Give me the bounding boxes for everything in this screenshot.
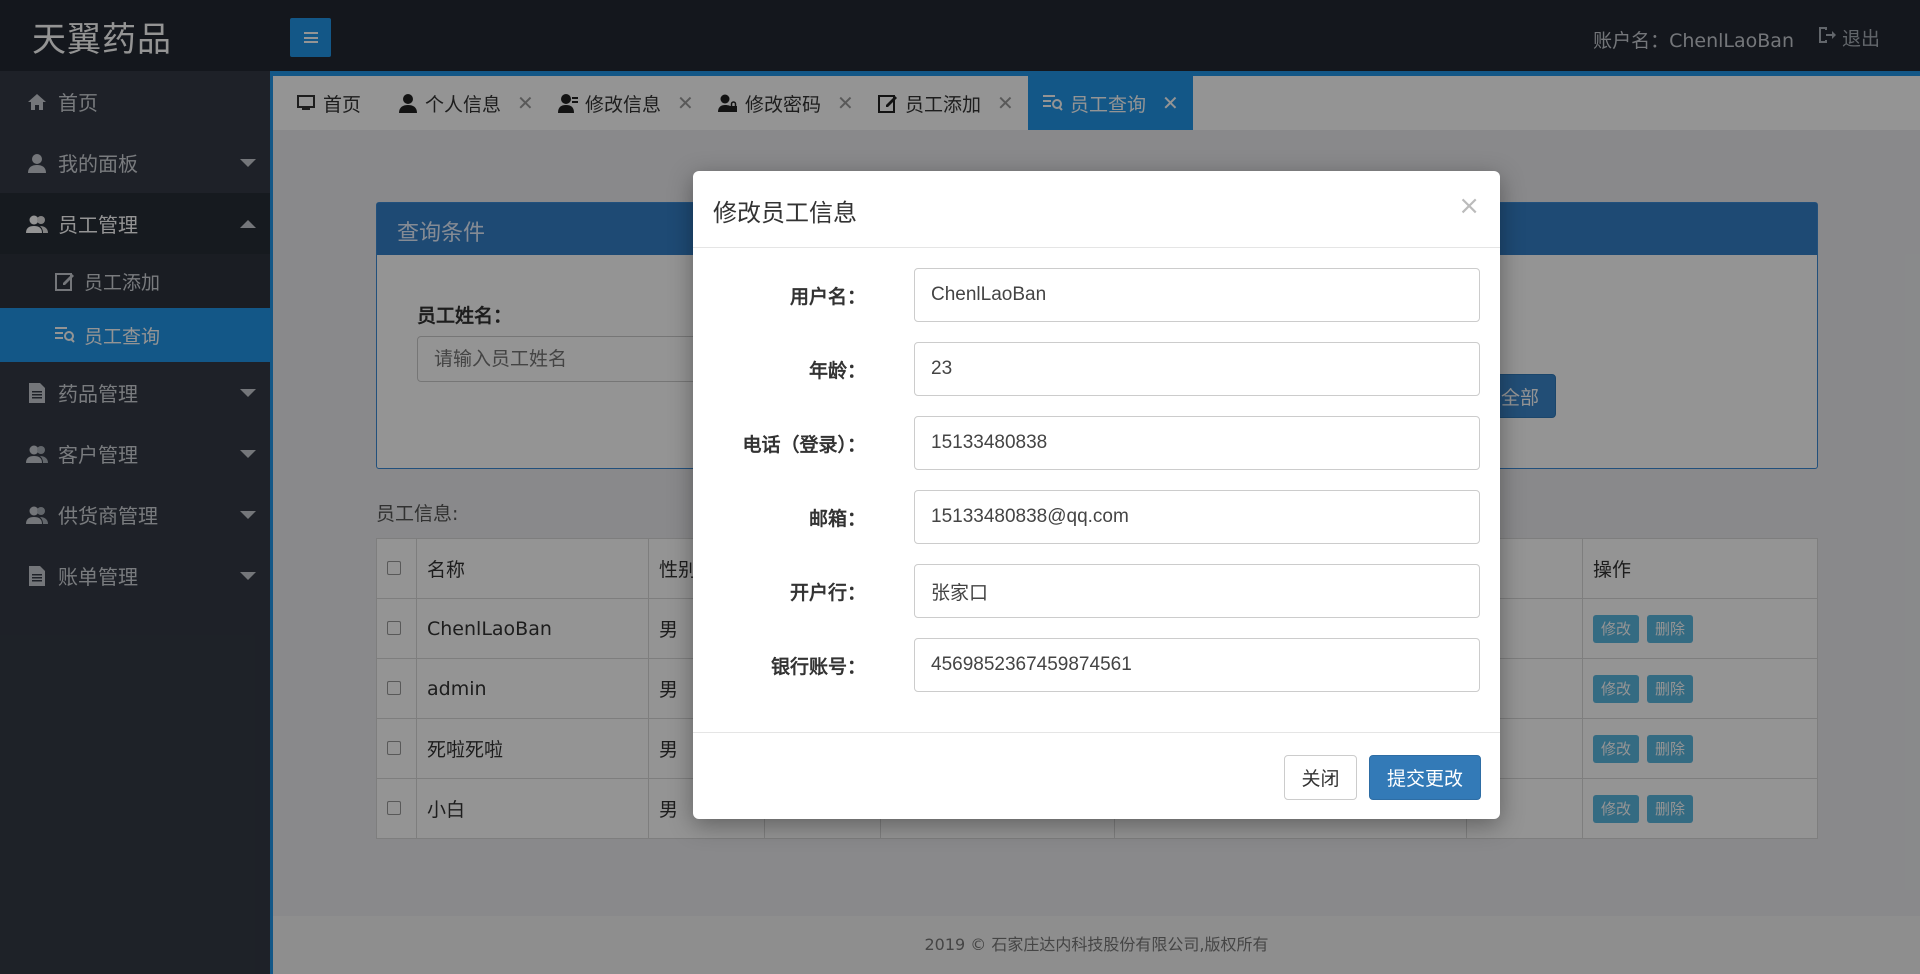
edit-staff-modal: 修改员工信息 × 用户名： 年龄： 电话（登录）： 邮箱： 开户行： 银行账号：… (693, 171, 1500, 819)
bank-account-label: 银行账号： (770, 656, 866, 678)
form-row-phone: 电话（登录）： (693, 416, 1500, 472)
form-row-username: 用户名： (693, 268, 1500, 324)
bank-account-field[interactable] (914, 638, 1480, 692)
submit-changes-button[interactable]: 提交更改 (1369, 755, 1481, 800)
close-icon[interactable]: × (1458, 191, 1480, 221)
form-row-age: 年龄： (693, 342, 1500, 398)
email-label: 邮箱： (808, 508, 866, 530)
phone-field[interactable] (914, 416, 1480, 470)
form-row-bank: 开户行： (693, 564, 1500, 620)
form-row-account: 银行账号： (693, 638, 1500, 694)
bank-field[interactable] (914, 564, 1480, 618)
bank-label: 开户行： (789, 582, 866, 604)
age-label: 年龄： (808, 360, 866, 382)
age-field[interactable] (914, 342, 1480, 396)
modal-footer: 关闭 提交更改 (693, 732, 1500, 819)
modal-title: 修改员工信息 (713, 199, 857, 227)
username-label: 用户名： (789, 286, 866, 308)
modal-header: 修改员工信息 × (693, 171, 1500, 248)
username-field[interactable] (914, 268, 1480, 322)
email-field[interactable] (914, 490, 1480, 544)
close-button[interactable]: 关闭 (1284, 755, 1357, 800)
phone-label: 电话（登录）： (742, 434, 866, 456)
form-row-email: 邮箱： (693, 490, 1500, 546)
